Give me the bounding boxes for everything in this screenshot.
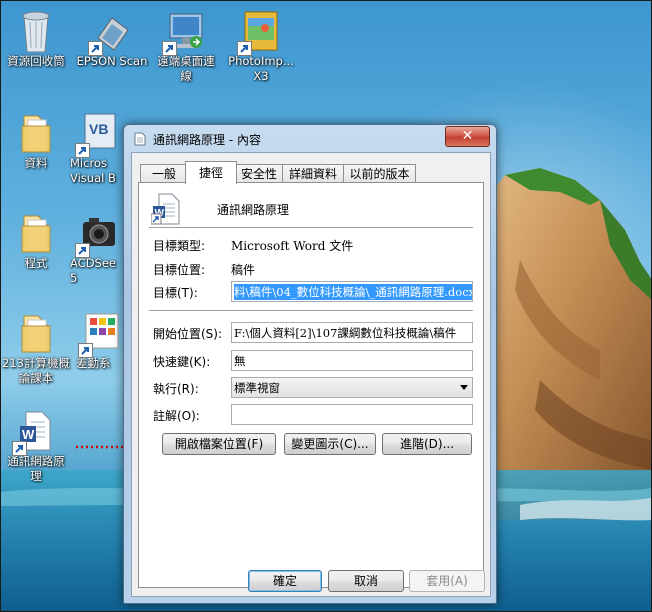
word-file-icon: W — [150, 192, 183, 226]
target-input-text: 料\稿件\04_數位科技概論\_通訊網路原理.docx — [234, 284, 472, 300]
folder-icon — [16, 310, 56, 356]
dialog-title: 通訊網路原理 - 內容 — [153, 133, 261, 147]
shortcut-arrow-icon — [88, 41, 103, 56]
start-in-input-text: F:\個人資料[2]\107課綱數位科技概論\稿件 — [234, 326, 457, 340]
tab-shortcut[interactable]: 捷徑 — [185, 161, 237, 184]
start-in-label: 開始位置(S): — [153, 327, 223, 341]
apply-button[interactable]: 套用(A) — [409, 570, 485, 592]
advanced-button[interactable]: 進階(D)... — [382, 433, 472, 455]
desktop-icon-folder-data[interactable]: 資料 — [0, 110, 72, 171]
target-type-value: Microsoft Word 文件 — [231, 239, 354, 253]
target-label: 目標(T): — [153, 286, 198, 300]
desktop-icon-recycle-bin[interactable]: 資源回收筒 — [0, 8, 72, 69]
target-input[interactable]: 料\稿件\04_數位科技概論\_通訊網路原理.docx — [231, 281, 473, 302]
close-button[interactable]: ✕ — [445, 126, 490, 147]
tab-security[interactable]: 安全性 — [235, 164, 283, 183]
svg-text:W: W — [22, 427, 35, 442]
desktop-icon-folder-textbook[interactable]: 213計算機概 論課本 — [0, 310, 72, 386]
chevron-down-icon — [460, 385, 468, 390]
folder-icon — [16, 110, 56, 156]
desktop-icon-photoimpact[interactable]: PhotoImp... X3 — [225, 8, 297, 84]
shortcut-arrow-icon — [12, 441, 27, 456]
remote-desktop-icon — [162, 8, 206, 56]
cancel-button[interactable]: 取消 — [328, 570, 404, 592]
properties-dialog: 通訊網路原理 - 內容 ✕ 一般 捷徑 安全性 詳細資料 以前的版本 W 通訊網… — [123, 124, 497, 604]
shortcut-key-input-text: 無 — [234, 354, 246, 368]
visual-basic-icon: VB — [75, 110, 119, 158]
run-select-value: 標準視窗 — [234, 381, 280, 395]
shortcut-key-input[interactable]: 無 — [231, 350, 473, 371]
epson-scan-icon — [88, 8, 132, 56]
desktop-icon-word-shortcut[interactable]: W 通訊網路原 理 — [0, 408, 72, 484]
shortcut-arrow-icon — [162, 41, 177, 56]
change-icon-button[interactable]: 變更圖示(C)... — [284, 433, 376, 455]
shortcut-arrow-icon — [78, 343, 93, 358]
shortcut-tab-panel: W 通訊網路原理 目標類型: Microsoft Word 文件 目標位置: 稿… — [138, 182, 484, 588]
desktop-icon-visual-basic[interactable]: VB Micros Visual B — [70, 110, 128, 186]
desktop-icon-folder-programs[interactable]: 程式 — [0, 210, 72, 271]
file-name: 通訊網路原理 — [217, 203, 290, 217]
shortcut-arrow-icon — [75, 243, 90, 258]
dialog-client-area: 一般 捷徑 安全性 詳細資料 以前的版本 W 通訊網路原理 目標類型: Micr… — [131, 152, 491, 597]
separator — [149, 310, 473, 312]
desktop-icon-attendance[interactable]: 差勤系 — [76, 310, 128, 371]
run-select[interactable]: 標準視窗 — [231, 377, 473, 398]
shortcut-arrow-icon — [237, 41, 252, 56]
photoimpact-icon — [237, 8, 281, 56]
acdsee-icon — [75, 210, 119, 258]
word-document-shortcut-icon: W — [12, 408, 56, 456]
desktop-icon-epson-scan[interactable]: EPSON Scan — [76, 8, 148, 69]
desktop-icon-acdsee[interactable]: ACDSee 5 — [70, 210, 128, 286]
ok-button[interactable]: 確定 — [248, 570, 322, 592]
target-location-value: 稿件 — [231, 263, 256, 277]
shortcut-arrow-icon — [75, 143, 90, 158]
target-location-label: 目標位置: — [153, 263, 206, 277]
run-label: 執行(R): — [153, 382, 199, 396]
desktop: 資源回收筒 EPSON Scan 遠端桌面連 線 PhotoImp... X3 … — [0, 0, 652, 612]
tab-details[interactable]: 詳細資料 — [282, 164, 344, 183]
start-in-input[interactable]: F:\個人資料[2]\107課綱數位科技概論\稿件 — [231, 322, 473, 343]
recycle-bin-icon — [16, 8, 56, 54]
app-grid-icon — [78, 310, 122, 358]
document-icon — [133, 132, 147, 146]
separator — [149, 227, 473, 229]
desktop-icon-remote-desktop[interactable]: 遠端桌面連 線 — [150, 8, 222, 84]
comment-input[interactable] — [231, 404, 473, 425]
tab-previous-versions[interactable]: 以前的版本 — [343, 164, 416, 183]
target-type-label: 目標類型: — [153, 239, 206, 253]
svg-text:VB: VB — [89, 121, 108, 137]
comment-label: 註解(O): — [153, 409, 200, 423]
open-file-location-button[interactable]: 開啟檔案位置(F) — [162, 433, 276, 455]
tab-general[interactable]: 一般 — [140, 164, 188, 183]
folder-icon — [16, 210, 56, 256]
shortcut-key-label: 快速鍵(K): — [153, 355, 211, 369]
